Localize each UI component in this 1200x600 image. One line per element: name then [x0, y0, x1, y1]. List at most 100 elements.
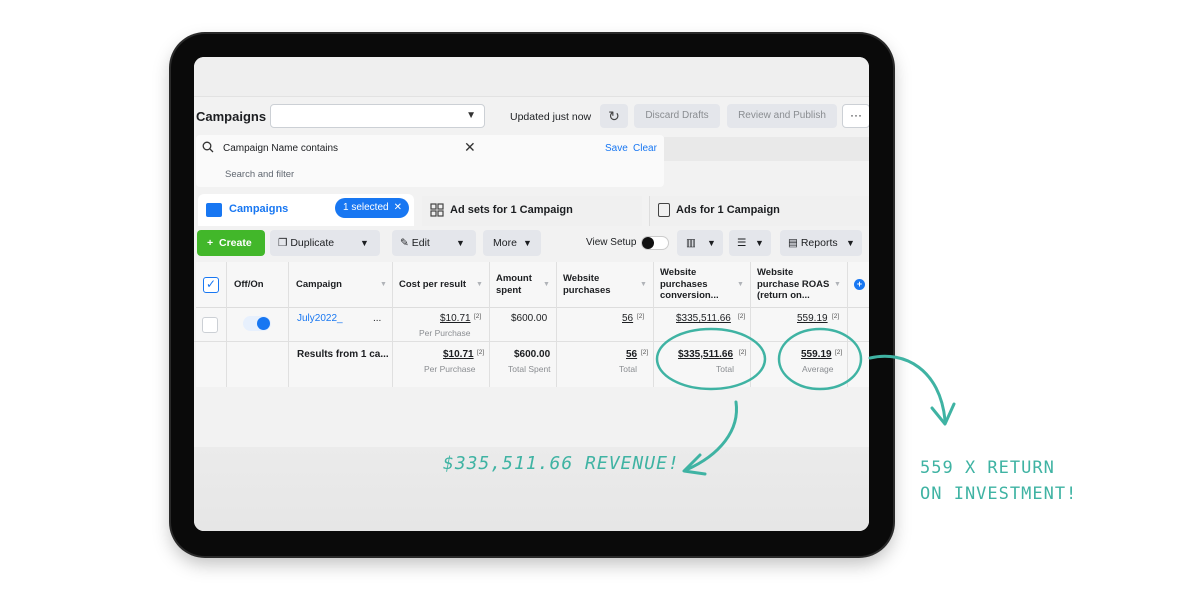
toggle-knob — [642, 237, 654, 249]
row-conversion-sup: [2] — [738, 313, 746, 320]
roi-arrowhead — [930, 402, 956, 426]
toggle-knob — [257, 317, 270, 330]
reports-button[interactable]: ▤ Reports ▼ — [780, 230, 862, 256]
reports-icon: ▤ — [788, 237, 798, 249]
view-setup-toggle[interactable] — [641, 236, 669, 250]
top-strip — [194, 57, 869, 97]
duplicate-icon: ❐ — [278, 237, 288, 249]
sort-icon[interactable]: ▼ — [834, 281, 841, 288]
header-conv-line1: Website — [660, 267, 697, 278]
header-amount-line2: spent — [496, 284, 522, 296]
header-purchases-line2: purchases — [563, 284, 611, 296]
tab-ads-label: Ads for 1 Campaign — [676, 204, 780, 216]
totals-label: Results from 1 ca... — [297, 349, 389, 360]
totals-conversion-value: $335,511.66 — [678, 349, 734, 360]
header-cost-per-result[interactable]: Cost per result — [399, 279, 466, 291]
more-label: More — [493, 237, 517, 249]
totals-purchases-sub: Total — [619, 364, 637, 374]
view-setup-label: View Setup — [586, 237, 637, 248]
save-filter-link[interactable]: Save — [605, 143, 628, 154]
totals-conversion-sub: Total — [716, 364, 734, 374]
col-divider — [489, 262, 490, 387]
pencil-icon: ✎ — [400, 237, 409, 249]
duplicate-button[interactable]: ❐ Duplicate ▼ — [270, 230, 380, 256]
create-label: Create — [218, 237, 252, 249]
sort-icon[interactable]: ▼ — [476, 281, 483, 288]
folder-icon — [206, 203, 222, 217]
columns-icon: ▥ — [686, 237, 696, 249]
col-divider — [392, 262, 393, 387]
page-title: Campaigns — [196, 109, 267, 124]
row-amount-value: $600.00 — [511, 313, 548, 324]
clear-filter-link[interactable]: Clear — [633, 143, 657, 154]
refresh-icon[interactable]: ↻ — [600, 104, 628, 128]
totals-conversion-sup: [2] — [739, 349, 747, 356]
selected-chip-label: 1 selected — [343, 202, 389, 213]
header-campaign[interactable]: Campaign — [296, 279, 342, 291]
header-amount-line1: Amount — [496, 273, 532, 284]
duplicate-label: Duplicate — [290, 237, 335, 249]
tab-ads[interactable]: Ads for 1 Campaign — [649, 196, 869, 226]
row-cost-value: $10.71 — [440, 313, 471, 324]
updated-status: Updated just now — [510, 111, 592, 123]
more-button[interactable]: More ▼ — [483, 230, 541, 256]
col-divider — [847, 262, 848, 387]
sort-icon[interactable]: ▼ — [380, 281, 387, 288]
totals-roas-sub: Average — [802, 364, 834, 374]
tab-adsets-label: Ad sets for 1 Campaign — [450, 204, 573, 216]
select-all-checkbox[interactable] — [203, 277, 219, 293]
header-purchases-line1: Website — [563, 273, 600, 284]
tab-adsets[interactable]: Ad sets for 1 Campaign — [422, 196, 642, 226]
header-conversion-value[interactable]: Website purchases conversion... — [660, 267, 719, 302]
filter-chip-text: Campaign Name contains — [223, 143, 339, 154]
row-cost-sup: [2] — [474, 313, 482, 320]
plus-icon: + — [207, 237, 214, 249]
search-input[interactable]: Search and filter — [225, 169, 294, 180]
totals-amount-sub: Total Spent — [508, 364, 551, 374]
clear-selection-icon[interactable]: ✕ — [394, 198, 402, 218]
chevron-down-icon: ▼ — [846, 238, 855, 248]
header-website-purchases[interactable]: Website purchases — [563, 273, 611, 296]
create-button[interactable]: + Create — [197, 230, 265, 256]
chevron-down-icon: ▼ — [523, 238, 532, 248]
sort-icon[interactable]: ▼ — [737, 281, 744, 288]
roi-annotation-line2: ON INVESTMENT! — [920, 484, 1078, 504]
campaign-name-link[interactable]: July2022_ — [297, 313, 343, 324]
chevron-down-icon: ▼ — [755, 238, 764, 248]
review-publish-button[interactable]: Review and Publish — [727, 104, 837, 128]
totals-cost-sub: Per Purchase — [424, 364, 476, 374]
row-checkbox[interactable] — [202, 317, 218, 333]
sort-icon[interactable]: ▼ — [640, 281, 647, 288]
revenue-annotation: $335,511.66 REVENUE! — [443, 453, 680, 474]
grid-icon — [430, 203, 444, 217]
roi-annotation-line1: 559 X RETURN — [920, 458, 1055, 478]
campaign-toggle[interactable] — [243, 316, 271, 331]
tab-campaigns-label: Campaigns — [229, 203, 289, 215]
header-offon[interactable]: Off/On — [234, 279, 264, 291]
chevron-down-icon[interactable]: ▼ — [456, 230, 465, 256]
close-icon[interactable]: ✕ — [464, 139, 476, 156]
chevron-down-icon[interactable]: ▼ — [360, 230, 369, 256]
search-filter-field[interactable]: Campaign Name contains ✕ — [196, 135, 664, 161]
row-purchases-sup: [2] — [637, 313, 645, 320]
chevron-down-icon: ▼ — [466, 110, 476, 121]
search-panel: Campaign Name contains ✕ Save Clear Sear… — [196, 135, 664, 187]
selected-chip[interactable]: 1 selected ✕ — [335, 198, 409, 218]
breakdown-icon: ☰ — [737, 237, 747, 249]
sort-icon[interactable]: ▼ — [543, 281, 550, 288]
col-divider — [226, 262, 227, 387]
discard-drafts-button[interactable]: Discard Drafts — [634, 104, 720, 128]
ad-page-icon — [658, 203, 670, 217]
campaign-dropdown[interactable]: ▼ — [270, 104, 485, 128]
add-column-icon[interactable]: + — [854, 279, 865, 290]
totals-purchases-sup: [2] — [641, 349, 649, 356]
breakdown-button[interactable]: ☰ ▼ — [729, 230, 771, 256]
columns-button[interactable]: ▥ ▼ — [677, 230, 723, 256]
more-options-button[interactable]: ··· — [842, 104, 869, 128]
totals-amount-value: $600.00 — [514, 349, 551, 360]
edit-button[interactable]: ✎ Edit ▼ — [392, 230, 476, 256]
header-conv-line2: purchases — [660, 278, 708, 290]
header-roas[interactable]: Website purchase ROAS (return on... — [757, 267, 829, 302]
header-amount-spent[interactable]: Amount spent — [496, 273, 532, 296]
search-icon — [202, 141, 214, 153]
